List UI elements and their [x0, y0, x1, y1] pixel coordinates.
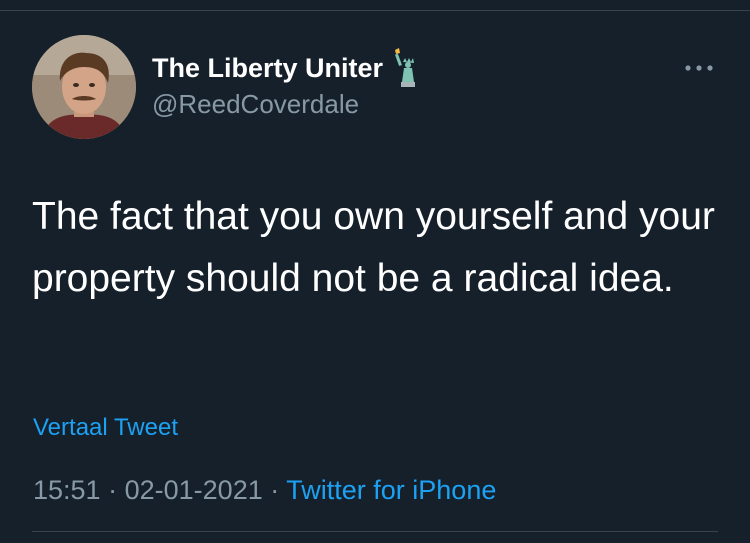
avatar[interactable] — [32, 35, 136, 139]
more-options-icon[interactable] — [682, 58, 716, 78]
meta-separator: · — [270, 475, 280, 505]
tweet-text: The fact that you own yourself and your … — [32, 195, 715, 300]
avatar-photo — [32, 35, 136, 139]
tweet-meta: 15:51 · 02-01-2021 · Twitter for iPhone — [33, 470, 496, 510]
tweet-source-link[interactable]: Twitter for iPhone — [286, 475, 496, 505]
author-display-name[interactable]: The Liberty Uniter — [152, 48, 383, 88]
author-name-row: The Liberty Uniter — [152, 48, 421, 88]
author-handle[interactable]: @ReedCoverdale — [152, 86, 359, 122]
statue-of-liberty-icon — [393, 48, 421, 88]
top-divider — [0, 10, 750, 11]
bottom-divider — [32, 531, 718, 532]
tweet-time: 15:51 — [33, 475, 101, 505]
meta-separator: · — [108, 475, 118, 505]
translate-tweet-link[interactable]: Vertaal Tweet — [33, 410, 178, 446]
tweet-date: 02-01-2021 — [124, 475, 263, 505]
